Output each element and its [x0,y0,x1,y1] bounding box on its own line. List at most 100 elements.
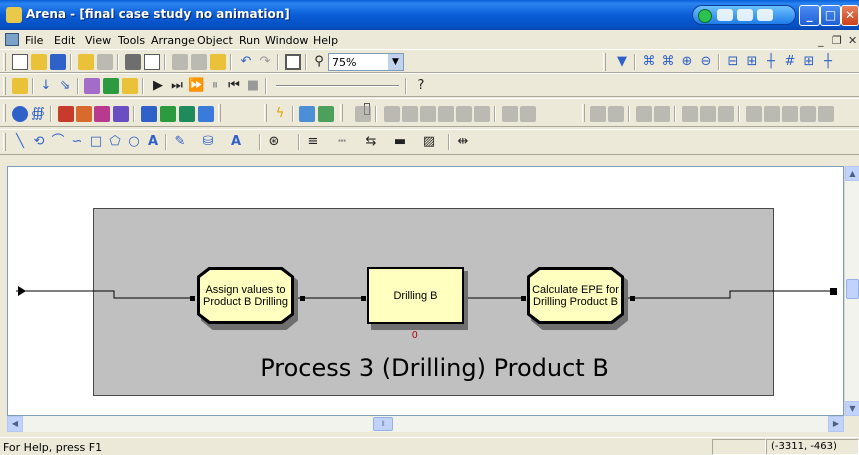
toolbar-grip[interactable] [3,77,6,95]
toolbar-grip[interactable] [264,104,267,122]
new-icon[interactable] [12,54,28,70]
assign-module-product-b[interactable]: Assign values to Product B Drilling [197,267,294,324]
polygon-icon[interactable]: ⬠ [107,134,123,150]
properties-icon[interactable]: ┼ [820,54,836,70]
window-background-icon[interactable]: ⊛ [266,134,282,150]
zoom-in-icon[interactable]: ⊕ [679,54,695,70]
arrow-style-icon[interactable]: ⇆ [363,134,379,150]
text-color-icon[interactable]: A [228,134,244,150]
toolbar-grip[interactable] [582,104,585,122]
layers-icon[interactable]: ▼ [614,54,630,70]
tray-widget[interactable] [692,5,796,25]
distribute-icon[interactable] [818,106,834,122]
maximize-button[interactable]: □ [820,5,841,26]
clock-icon[interactable] [12,106,28,122]
save-icon[interactable] [50,54,66,70]
mdi-close-button[interactable]: ✕ [848,34,857,47]
chart-icon[interactable] [318,106,334,122]
whats-this-icon[interactable]: ? [413,78,429,94]
mdi-minimize-button[interactable]: _ [818,34,824,47]
station-icon[interactable]: ⇘ [57,78,73,94]
menu-help[interactable]: Help [313,34,338,47]
menu-tools[interactable]: Tools [118,34,145,47]
connect-icon[interactable]: ↓ [38,78,54,94]
view-previous-icon[interactable]: ⌘ [660,54,676,70]
polyline-icon[interactable]: ⟲ [31,134,47,150]
check-model-icon[interactable] [84,78,100,94]
redo-icon[interactable]: ↷ [257,54,273,70]
bezier-icon[interactable]: ∽ [69,134,85,150]
toolbar-grip[interactable] [218,104,221,122]
horizontal-scroll-thumb[interactable]: ⦀ [373,417,393,431]
arena-app-icon[interactable] [6,7,22,23]
toolbar-grip[interactable] [603,53,606,71]
step-icon[interactable]: ⏭ [169,78,185,94]
promote-path-icon[interactable] [456,106,472,122]
animation-speed-slider[interactable] [276,85,399,87]
route-icon[interactable] [299,106,315,122]
resource-icon[interactable] [160,106,176,122]
fast-forward-icon[interactable]: ⏩ [188,78,204,94]
queue-icon[interactable] [141,106,157,122]
flip-icon[interactable] [682,106,698,122]
text-icon[interactable]: A [145,134,161,150]
plot-icon[interactable] [113,106,129,122]
view-all-icon[interactable]: ⌘ [641,54,657,70]
connector-port[interactable] [361,296,366,301]
show-dimensions-icon[interactable]: ⇹ [455,134,471,150]
connector-port[interactable] [630,296,635,301]
animate-icon[interactable] [103,78,119,94]
distribute-icon[interactable] [782,106,798,122]
document-icon[interactable] [5,33,19,46]
align-icon[interactable] [608,106,624,122]
close-button[interactable]: ✕ [841,5,859,26]
segment-icon[interactable] [402,106,418,122]
vertical-scrollbar[interactable]: ▲ ▼ [844,166,859,416]
model-canvas[interactable]: Process 3 (Drilling) Product B Assign va… [7,166,844,416]
fill-pattern-icon[interactable]: ▨ [421,134,437,150]
go-icon[interactable]: ▶ [150,78,166,94]
scroll-left-icon[interactable]: ◀ [7,416,23,432]
assign-module-calculate-epe[interactable]: Calculate EPE for Drilling Product B [527,267,624,324]
horizontal-scrollbar[interactable]: ◀ ⦀ ▶ [7,416,844,432]
distribute-icon[interactable] [764,106,780,122]
connector-port[interactable] [190,296,195,301]
toolbar-grip[interactable] [3,104,6,122]
template-detach-icon[interactable] [97,54,113,70]
scroll-down-icon[interactable]: ▼ [845,401,859,416]
distribute-icon[interactable] [746,106,762,122]
menu-file[interactable]: File [25,34,43,47]
line-style-icon[interactable]: ┅ [334,134,350,150]
print-preview-icon[interactable] [144,54,160,70]
level-icon[interactable] [76,106,92,122]
seize-icon[interactable] [520,106,536,122]
paste-icon[interactable] [210,54,226,70]
align-icon[interactable] [590,106,606,122]
date-icon[interactable]: ∰ [30,106,46,122]
minimize-button[interactable]: _ [799,5,820,26]
variable-icon[interactable] [58,106,74,122]
menu-view[interactable]: View [85,34,111,47]
connector-port[interactable] [300,296,305,301]
transporter-icon[interactable] [198,106,214,122]
scroll-right-icon[interactable]: ▶ [828,416,844,432]
print-icon[interactable] [125,54,141,70]
distribute-icon[interactable] [800,106,816,122]
ungroup-icon[interactable] [654,106,670,122]
mdi-restore-button[interactable]: ❐ [832,34,842,47]
edit-points-icon[interactable] [718,106,734,122]
ellipse-icon[interactable]: ○ [126,134,142,150]
chevron-down-icon[interactable]: ▼ [388,54,403,70]
snap-icon[interactable]: # [782,54,798,70]
rulers-icon[interactable]: ⊟ [725,54,741,70]
cut-icon[interactable] [172,54,188,70]
view-region-icon[interactable] [285,54,301,70]
vertical-scroll-thumb[interactable] [846,279,859,299]
storage-icon[interactable] [474,106,490,122]
layers-stack-icon[interactable] [12,78,28,94]
process-module-drilling-b[interactable]: Drilling B [367,267,464,324]
pause-icon[interactable]: ⏸ [207,78,223,94]
toolbar-grip[interactable] [340,104,343,122]
line-color-icon[interactable]: ✎ [172,134,188,150]
zoom-select[interactable]: 75% ▼ [328,53,404,71]
